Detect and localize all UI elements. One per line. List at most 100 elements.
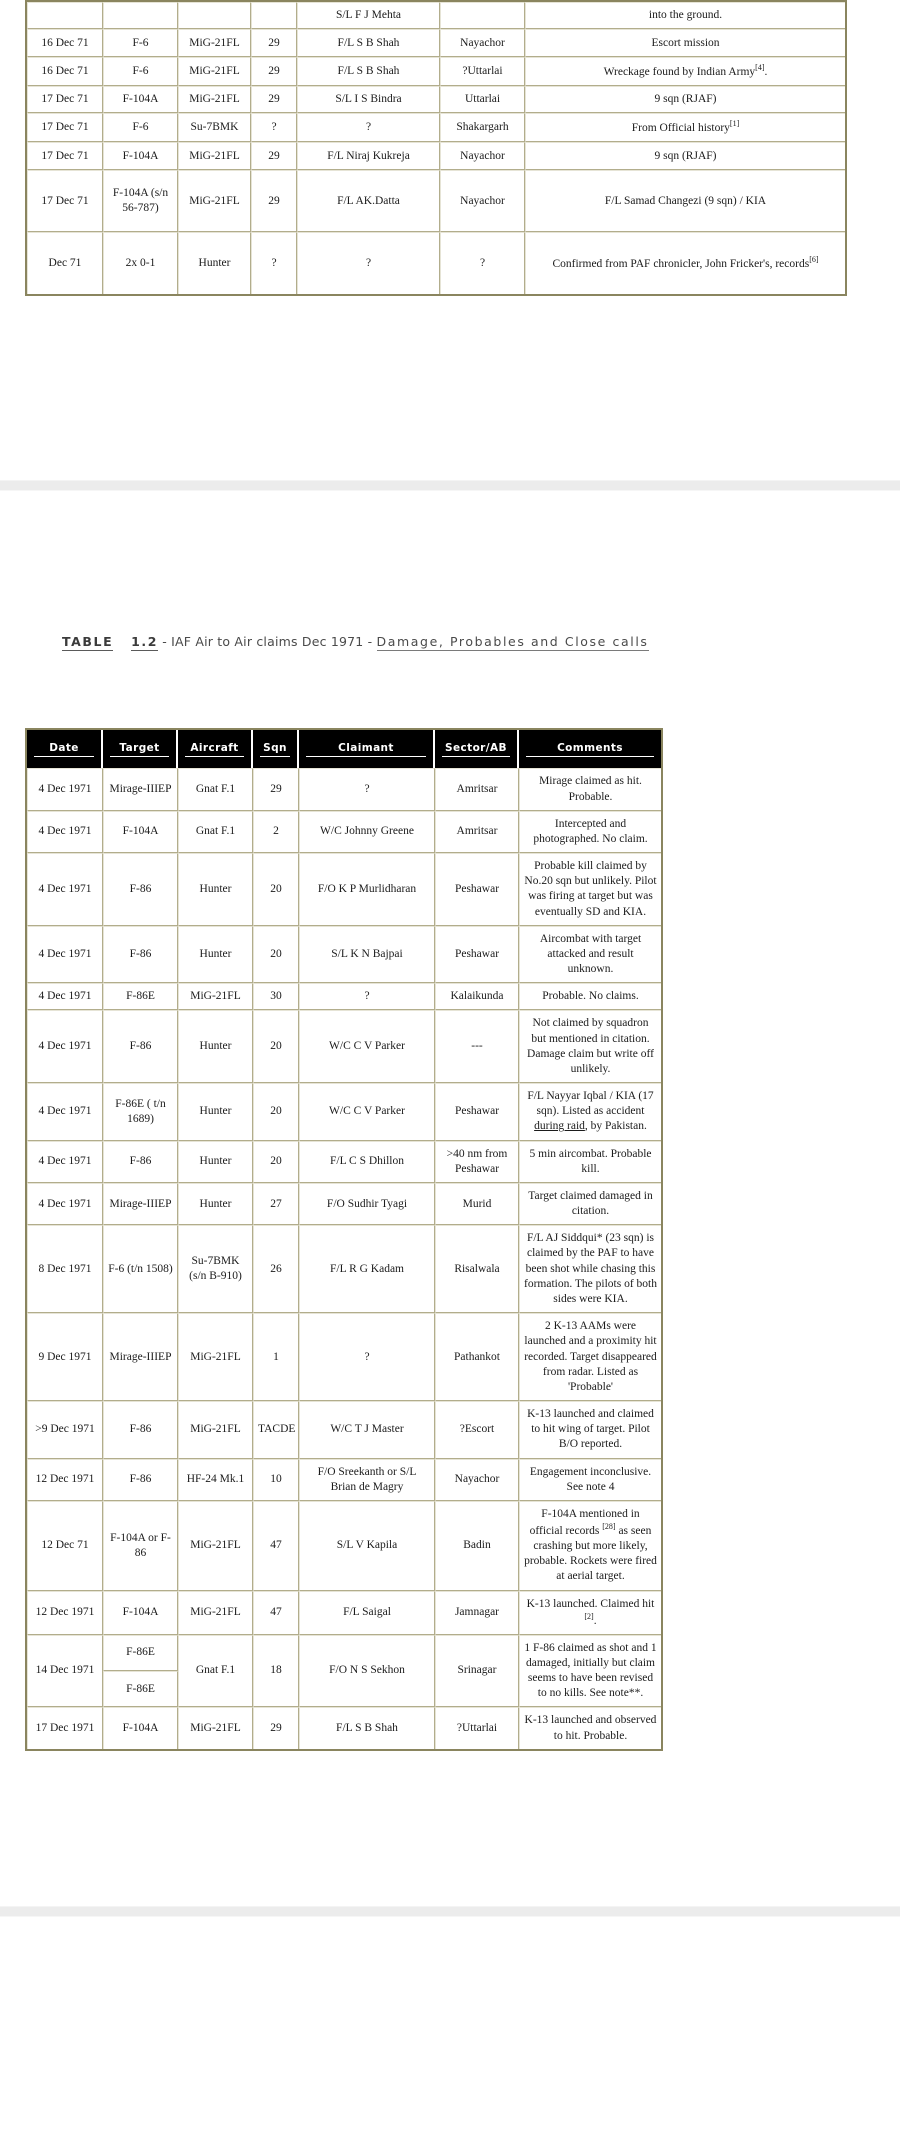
table-1-2-header: Date Target Aircraft Sqn Claimant Sector… [27,730,661,769]
cell-claimant: W/C T J Master [299,1401,435,1459]
cell-aircraft: MiG-21FL [178,983,253,1011]
cell-claimant: W/C C V Parker [299,1010,435,1084]
cell-sqn: 18 [253,1634,299,1708]
cell-sqn: 20 [253,1083,299,1141]
caption-table-number: 1.2 [131,634,159,652]
cell-claimant: W/C Johnny Greene [299,810,435,854]
cell-sqn: 29 [251,86,297,114]
cell-sqn: 20 [253,853,299,926]
column-header-date: Date [27,730,103,769]
cell-claimant: F/L S B Shah [299,1707,435,1749]
table-row: S/L F J Mehta into the ground. [27,2,845,30]
cell-aircraft: Su-7BMK (s/n B-910) [178,1225,253,1314]
cell-claimant: ? [297,232,440,295]
cell-target: F-104A [103,1590,178,1635]
cell-sector [440,2,525,30]
cell-aircraft: MiG-21FL [178,1590,253,1635]
table-row: 17 Dec 71 F-104A (s/n 56-787) MiG-21FL 2… [27,170,845,233]
cell-sqn: 47 [253,1500,299,1591]
cell-aircraft: MiG-21FL [178,1707,253,1749]
cell-comments: F/L Nayyar Iqbal / KIA (17 sqn). Listed … [519,1083,661,1141]
cell-claimant: W/C C V Parker [299,1083,435,1141]
cell-date: 12 Dec 71 [27,1500,103,1591]
cell-sqn: 2 [253,810,299,854]
cell-date: 12 Dec 1971 [27,1458,103,1501]
table-row: 17 Dec 71 F-6 Su-7BMK ? ? Shakargarh Fro… [27,113,845,143]
table-row: 9 Dec 1971 Mirage-IIIEP MiG-21FL 1 ? Pat… [27,1313,661,1402]
cell-target: F-86E ( t/n 1689) [103,1083,178,1141]
cell-sector: Nayachor [435,1458,519,1501]
comments-text-pre: K-13 launched. Claimed hit [526,1597,655,1610]
page-bottom-whitespace-2 [0,1750,900,1906]
cell-aircraft: MiG-21FL [178,142,251,171]
cell-sqn: 20 [253,1140,299,1183]
cell-aircraft: Hunter [178,1083,253,1141]
cell-comments: F/L Samad Changezi (9 sqn) / KIA [525,170,845,233]
cell-aircraft: MiG-21FL [178,57,251,87]
cell-sqn: 1 [253,1313,299,1402]
cell-target: F-104A [103,142,178,171]
cell-target: 2x 0-1 [103,232,178,295]
cell-sector: ? [440,232,525,295]
cell-target: F-86 [103,1458,178,1501]
cell-comments: Wreckage found by Indian Army[4]. [525,57,845,87]
cell-sector: Srinagar [435,1634,519,1708]
cell-target [103,2,178,30]
cell-comments: Not claimed by squadron but mentioned in… [519,1010,661,1084]
cell-sector: Murid [435,1182,519,1226]
column-header-comments: Comments [519,730,661,769]
cell-comments: 2 K-13 AAMs were launched and a proximit… [519,1313,661,1402]
caption-to-table-gap [0,651,900,729]
cell-sector: Uttarlai [440,86,525,114]
cell-sector: Pathankot [435,1313,519,1402]
cell-sector: Badin [435,1500,519,1591]
table-row: 4 Dec 1971 Mirage-IIIEP Gnat F.1 29 ? Am… [27,768,661,811]
cell-date: Dec 71 [27,232,103,295]
cell-target: F-104A [103,86,178,114]
cell-claimant: ? [299,983,435,1011]
cell-sqn: 10 [253,1458,299,1501]
cell-sector: ?Uttarlai [440,57,525,87]
cell-sqn: 29 [251,57,297,87]
cell-sqn: 29 [253,768,299,811]
cell-aircraft: MiG-21FL [178,170,251,233]
comments-text-pre: F/L Nayyar Iqbal / KIA (17 sqn). Listed … [527,1090,654,1118]
cell-sector: Shakargarh [440,113,525,143]
cell-comments: K-13 launched and observed to hit. Proba… [519,1707,661,1749]
caption-middle-text: IAF Air to Air claims Dec 1971 - [171,634,377,650]
cell-target: F-6 [103,57,178,87]
cell-target: Mirage-IIIEP [103,768,178,811]
footnote-ref: [6] [809,255,819,265]
cell-sector: Nayachor [440,170,525,233]
cell-sqn: 27 [253,1182,299,1226]
column-header-sqn: Sqn [253,730,299,769]
cell-sector: ?Uttarlai [435,1707,519,1749]
cell-date [27,2,103,30]
cell-date: 4 Dec 1971 [27,983,103,1011]
cell-comments: Aircombat with target attacked and resul… [519,925,661,984]
cell-aircraft: Gnat F.1 [178,810,253,854]
column-header-target: Target [103,730,178,769]
cell-date: 4 Dec 1971 [27,853,103,926]
cell-sector: --- [435,1010,519,1084]
cell-comments: 9 sqn (RJAF) [525,86,845,114]
cell-target: Mirage-IIIEP [103,1313,178,1402]
table-row: 17 Dec 71 F-104A MiG-21FL 29 S/L I S Bin… [27,86,845,114]
cell-sector: Peshawar [435,853,519,926]
cell-claimant: S/L I S Bindra [297,86,440,114]
cell-claimant: ? [299,768,435,811]
column-header-claimant: Claimant [299,730,435,769]
cell-comments: From Official history[1] [525,113,845,143]
cell-sqn: ? [251,113,297,143]
cell-sector: Amritsar [435,810,519,854]
cell-target: F-86 [103,925,178,984]
cell-claimant: F/L Saigal [299,1590,435,1635]
cell-date: 8 Dec 1971 [27,1225,103,1314]
cell-aircraft: Hunter [178,1010,253,1084]
cell-aircraft: MiG-21FL [178,1401,253,1459]
cell-date: 17 Dec 71 [27,142,103,171]
cell-claimant: F/O Sudhir Tyagi [299,1182,435,1226]
footnote-ref: [28] [602,1522,616,1532]
cell-aircraft: HF-24 Mk.1 [178,1458,253,1501]
cell-sqn: 29 [251,142,297,171]
